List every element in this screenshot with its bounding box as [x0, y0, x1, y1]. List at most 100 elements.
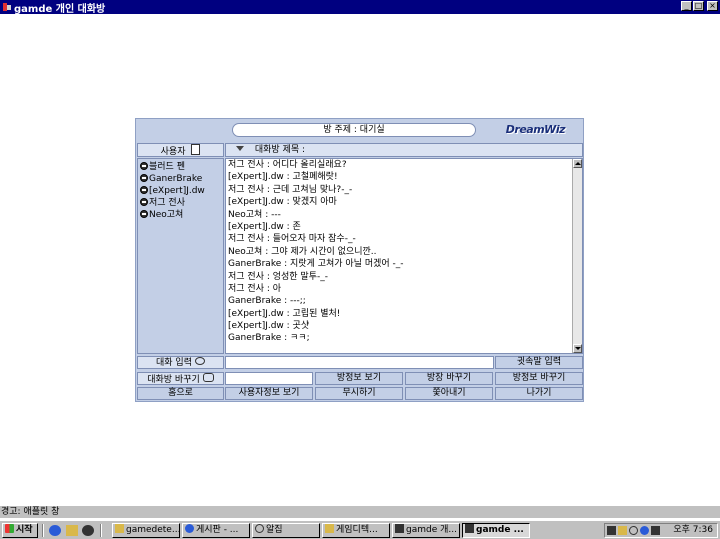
chat-message: [eXpert]J.dw : 곳샷 — [228, 321, 310, 332]
start-label: 시작 — [16, 525, 33, 535]
chat-message: 저그 전사 : 근데 고쳐님 맞나?-_- — [228, 184, 353, 195]
chat-message: GanerBrake : ---;; — [228, 296, 306, 307]
user-face-icon — [140, 198, 148, 206]
game-launcher-icon[interactable] — [82, 525, 94, 536]
user-info-button[interactable]: 사용자정보 보기 — [225, 387, 313, 400]
window-icon — [465, 524, 474, 533]
chat-input[interactable] — [225, 356, 494, 369]
outlook-icon[interactable] — [66, 525, 78, 536]
chat-message: [eXpert]J.dw : 존 — [228, 221, 301, 232]
chat-message: [eXpert]J.dw : 고립된 별처! — [228, 308, 341, 319]
taskbar-item[interactable]: gamedete... — [112, 523, 180, 538]
taskbar-item-label: 알집 — [266, 525, 283, 535]
room-title-label: 대화방 제목 : — [254, 145, 306, 155]
taskbar-item[interactable]: 게시판 - ... — [182, 523, 250, 538]
volume-icon[interactable] — [651, 526, 660, 535]
kick-button[interactable]: 쫓아내기 — [405, 387, 493, 400]
dreamwiz-logo: DreamWiz — [505, 123, 566, 136]
edit-room-info-button[interactable]: 방정보 바꾸기 — [495, 372, 583, 385]
scroll-up-icon[interactable] — [573, 159, 582, 168]
document-icon — [191, 144, 201, 155]
taskbar-item-label: gamde 개... — [406, 525, 457, 535]
room-name-input[interactable] — [225, 372, 313, 385]
taskbar-item[interactable]: 게임디텍... — [322, 523, 390, 538]
taskbar-item-label: 게시판 - ... — [196, 525, 239, 535]
taskbar-item-label: gamde ... — [476, 525, 524, 535]
change-master-button[interactable]: 방장 바꾸기 — [405, 372, 493, 385]
chat-message: GanerBrake : 지랏게 고쳐가 아닐 머겠어 -_- — [228, 259, 404, 270]
chat-input-label: 대화 입력 — [137, 356, 224, 369]
swap-icon — [202, 373, 214, 382]
window-controls: _ □ × — [681, 1, 718, 11]
chat-scrollbar[interactable] — [572, 159, 582, 353]
user-face-icon — [140, 210, 148, 218]
user-list-item[interactable]: GanerBrake — [138, 173, 223, 185]
user-name: 블러드 펜 — [149, 162, 185, 172]
start-button[interactable]: 시작 — [2, 523, 38, 538]
user-face-icon — [140, 186, 148, 194]
room-title-header: 대화방 제목 : — [225, 143, 583, 157]
taskbar-separator — [100, 524, 102, 537]
taskbar-item[interactable]: gamde 개... — [392, 523, 460, 538]
window-icon — [185, 524, 194, 533]
chat-message: 저그 전사 : 어디다 올리실래요? — [228, 160, 347, 170]
system-tray: 오후 7:36 — [604, 523, 718, 538]
user-face-icon — [140, 162, 148, 170]
tray-app-icon[interactable] — [629, 526, 638, 535]
user-name: GanerBrake — [149, 174, 203, 184]
taskbar-item-active[interactable]: gamde ... — [462, 523, 530, 538]
chat-panel: 방 주제 : 대기실 DreamWiz 사용자 대화방 제목 : 블러드 펜 G… — [135, 118, 584, 402]
user-list-item[interactable]: Neo고쳐 — [138, 209, 223, 221]
users-header-label: 사용자 — [160, 147, 186, 157]
windows-logo-icon — [5, 524, 14, 533]
user-name: [eXpert]J.dw — [149, 186, 205, 196]
chat-message: [eXpert]J.dw : 맞겠지 아마 — [228, 197, 337, 208]
user-list-item[interactable]: [eXpert]J.dw — [138, 185, 223, 197]
user-list-item[interactable]: 블러드 펜 — [138, 161, 223, 173]
home-button[interactable]: 홈으로 — [137, 387, 224, 400]
change-room-label: 대화방 바꾸기 — [147, 375, 200, 385]
taskbar-item-label: 게임디텍... — [336, 525, 378, 535]
change-room-button[interactable]: 대화방 바꾸기 — [137, 372, 224, 385]
user-face-icon — [140, 174, 148, 182]
scroll-down-icon[interactable] — [573, 344, 582, 353]
status-bar: 경고: 애플릿 창 — [0, 505, 720, 518]
user-name: 저그 전사 — [149, 198, 185, 208]
user-list[interactable]: 블러드 펜 GanerBrake [eXpert]J.dw 저그 전사 Neo고… — [137, 158, 224, 354]
room-info-button[interactable]: 방정보 보기 — [315, 372, 403, 385]
room-topic: 방 주제 : 대기실 — [232, 123, 476, 137]
network-icon[interactable] — [607, 526, 616, 535]
close-button[interactable]: × — [707, 1, 718, 11]
user-list-item[interactable]: 저그 전사 — [138, 197, 223, 209]
taskbar-item[interactable]: 알집 — [252, 523, 320, 538]
chat-input-label-text: 대화 입력 — [156, 358, 192, 368]
window-icon — [115, 524, 124, 533]
chat-message: Neo고쳐 : 그야 제가 시간이 없으니깐.. — [228, 246, 377, 257]
cocktail-glass-icon — [236, 146, 244, 151]
window-icon — [325, 524, 334, 533]
app-icon[interactable] — [2, 2, 12, 12]
chat-message: Neo고쳐 : --- — [228, 209, 281, 220]
taskbar: 시작 gamedete... 게시판 - ... 알집 게임디텍... gamd… — [0, 520, 720, 539]
ignore-button[interactable]: 무시하기 — [315, 387, 403, 400]
chat-message: GanerBrake : ㅋㅋ; — [228, 333, 310, 344]
speech-bubble-icon — [194, 357, 205, 365]
maximize-button[interactable]: □ — [693, 1, 704, 11]
taskbar-separator — [42, 524, 44, 537]
window-icon — [255, 524, 264, 533]
chat-message: 저그 전사 : 들어오자 마자 잠수-_- — [228, 234, 356, 245]
taskbar-item-label: gamedete... — [126, 525, 180, 535]
window-titlebar[interactable]: gamde 개인 대화방 _ □ × — [0, 0, 720, 15]
internet-explorer-icon[interactable] — [49, 525, 61, 536]
chat-message: [eXpert]J.dw : 고철폐해랏! — [228, 172, 338, 183]
tray-app-icon[interactable] — [618, 526, 627, 535]
tray-app-icon[interactable] — [640, 526, 649, 535]
minimize-button[interactable]: _ — [681, 1, 692, 11]
exit-button[interactable]: 나가기 — [495, 387, 583, 400]
chat-log[interactable]: 저그 전사 : 어디다 올리실래요? [eXpert]J.dw : 고철폐해랏!… — [225, 158, 583, 354]
chat-message: 저그 전사 : 아 — [228, 283, 282, 294]
window-icon — [395, 524, 404, 533]
user-name: Neo고쳐 — [149, 210, 184, 220]
whisper-input-button[interactable]: 귓속말 입력 — [495, 356, 583, 369]
taskbar-clock[interactable]: 오후 7:36 — [673, 524, 713, 537]
